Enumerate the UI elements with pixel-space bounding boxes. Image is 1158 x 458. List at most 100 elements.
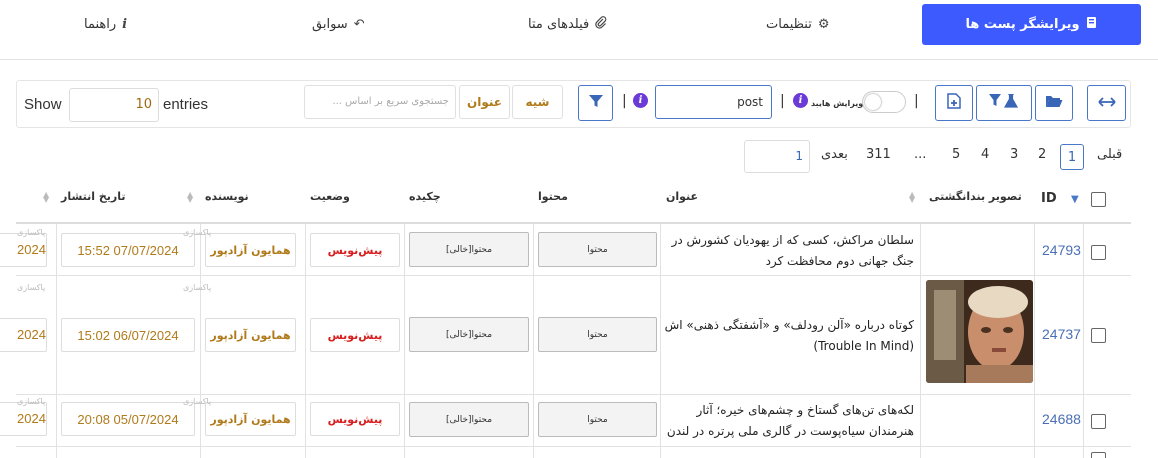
row-excerpt-button[interactable]: محتوا[خالی] [409, 232, 529, 267]
row-title[interactable]: لکه‌های تن‌های گستاخ و چشم‌های خیره؛ آثا… [664, 400, 914, 442]
row-title[interactable]: سلطان مراکش، کسی که از یهودیان کشورش در … [664, 230, 914, 272]
filter-button[interactable] [578, 85, 613, 121]
row-publish-date[interactable]: 15:52 07/07/2024 [61, 233, 195, 267]
row-id[interactable]: 24793 [1042, 242, 1081, 258]
row-excerpt-button[interactable]: محتوا[خالی] [409, 317, 529, 352]
tab-settings[interactable]: ⚙ تنظیمات [766, 12, 830, 36]
sort-icon[interactable]: ▲ ▼ [187, 191, 193, 204]
row-excerpt-button[interactable]: محتوا[خالی] [409, 402, 529, 437]
tab-meta-fields[interactable]: فیلدهای متا [528, 12, 607, 36]
entries-label: entries [163, 96, 209, 113]
separator: | [622, 93, 627, 109]
row-thumbnail-image[interactable] [926, 280, 1033, 383]
toolbar: Show 10 entries جستجوی سریع بر اساس ... … [16, 80, 1131, 128]
row-id[interactable]: 24737 [1042, 326, 1081, 342]
filter-flask-icon [989, 93, 1019, 112]
show-label: Show [24, 96, 62, 113]
row-checkbox[interactable] [1091, 452, 1106, 458]
undo-icon: ↶ [353, 16, 365, 32]
entries-per-page-input[interactable]: 10 [69, 88, 159, 122]
advanced-edit-label: ویرایش هایبد [811, 99, 864, 108]
row-status[interactable]: پیش‌نویس [310, 318, 400, 352]
row-status[interactable]: پیش‌نویس [310, 402, 400, 436]
row-cut-date: 2024 [17, 242, 46, 257]
pagination-next[interactable]: بعدی [821, 147, 848, 162]
info-icon: i [122, 16, 128, 32]
row-author[interactable]: همایون آزادپور [205, 233, 296, 267]
row-cut-date: 2024 [17, 411, 46, 426]
pagination-page-5[interactable]: 5 [952, 147, 960, 162]
pagination-last-page[interactable]: 311 [866, 147, 891, 162]
search-field-title[interactable]: عنوان [459, 85, 510, 119]
bulk-filter-button[interactable] [976, 85, 1032, 121]
tab-meta-fields-label: فیلدهای متا [528, 16, 590, 32]
row-clear-label[interactable]: پاکسازی [183, 397, 211, 406]
row-content-button[interactable]: محتوا [538, 317, 657, 352]
row-checkbox[interactable] [1091, 245, 1106, 260]
column-header-publish-date[interactable]: تاریخ انتشار [61, 190, 126, 203]
row-cut-label: پاکسازی [17, 228, 46, 237]
row-content-button[interactable]: محتوا [538, 402, 657, 437]
tab-help[interactable]: i راهنما [84, 12, 127, 36]
pagination-previous[interactable]: قبلی [1097, 147, 1122, 162]
open-folder-button[interactable] [1035, 85, 1073, 121]
gear-icon: ⚙ [817, 16, 830, 32]
quick-search-input[interactable]: جستجوی سریع بر اساس ... [304, 85, 456, 119]
row-title[interactable]: کوتاه درباره «آلن رودلف» و «آشفتگی ذهنی»… [664, 315, 914, 357]
column-header-id[interactable]: ID [1041, 191, 1057, 206]
tab-post-editor[interactable]: ویرایشگر پست ها [922, 4, 1141, 45]
book-icon [1086, 16, 1098, 33]
pagination-page-3[interactable]: 3 [1010, 147, 1018, 162]
sort-icon[interactable]: ▲ ▼ [43, 191, 49, 204]
arrows-horizontal-icon [1097, 95, 1116, 111]
row-cut-label: پاکسازی [17, 397, 46, 406]
row-cut-date: 2024 [17, 327, 46, 342]
add-post-button[interactable] [935, 85, 973, 121]
search-field-mode[interactable]: شیه [512, 85, 563, 119]
expand-width-button[interactable] [1087, 85, 1126, 121]
tab-history-label: سوابق [312, 16, 348, 32]
pagination-page-4[interactable]: 4 [981, 147, 989, 162]
row-content-button[interactable]: محتوا [538, 232, 657, 267]
advanced-info-icon[interactable]: i [793, 93, 808, 108]
separator: | [780, 93, 785, 109]
row-publish-date[interactable]: 15:02 06/07/2024 [61, 318, 195, 352]
column-header-excerpt[interactable]: چکیده [409, 190, 441, 203]
row-publish-date[interactable]: 20:08 05/07/2024 [61, 402, 195, 436]
row-id[interactable]: 24688 [1042, 411, 1081, 427]
sort-desc-icon[interactable]: ▼ [1071, 195, 1079, 205]
column-header-author[interactable]: نویسنده [205, 190, 249, 203]
separator: | [914, 93, 919, 109]
toggle-knob [865, 94, 881, 110]
row-status[interactable]: پیش‌نویس [310, 233, 400, 267]
pagination-page-2[interactable]: 2 [1038, 147, 1046, 162]
sort-icon[interactable]: ▲ ▼ [909, 191, 915, 204]
column-header-thumbnail[interactable]: تصویر بندانگشتی [929, 190, 1022, 203]
file-plus-icon [947, 93, 961, 113]
tab-post-editor-label: ویرایشگر پست ها [965, 17, 1080, 32]
tab-help-label: راهنما [84, 16, 117, 32]
info-icon[interactable]: i [633, 93, 648, 108]
pagination-page-1[interactable]: 1 [1060, 144, 1084, 170]
column-header-status[interactable]: وضعیت [310, 190, 350, 203]
filter-icon [588, 94, 603, 112]
advanced-edit-toggle[interactable] [862, 91, 906, 113]
row-checkbox[interactable] [1091, 414, 1106, 429]
paperclip-icon [595, 15, 607, 33]
search-value-input[interactable]: post [655, 85, 772, 119]
top-tab-bar: ویرایشگر پست ها ⚙ تنظیمات فیلدهای متا ↶ … [0, 0, 1158, 60]
row-author[interactable]: همایون آزادپور [205, 318, 296, 352]
row-checkbox[interactable] [1091, 328, 1106, 343]
row-clear-label[interactable]: پاکسازی [183, 283, 211, 292]
select-all-checkbox[interactable] [1091, 192, 1106, 207]
tab-settings-label: تنظیمات [766, 16, 812, 32]
row-cut-label: پاکسازی [17, 283, 46, 292]
column-header-content[interactable]: محتوا [538, 190, 568, 203]
pagination-ellipsis: ... [914, 147, 927, 162]
tab-history[interactable]: ↶ سوابق [312, 12, 365, 36]
row-clear-label[interactable]: پاکسازی [183, 228, 211, 237]
page-jump-input[interactable]: 1 [744, 140, 810, 173]
column-header-title[interactable]: عنوان [666, 190, 698, 203]
folder-icon [1045, 94, 1063, 112]
row-author[interactable]: همایون آزادپور [205, 402, 296, 436]
